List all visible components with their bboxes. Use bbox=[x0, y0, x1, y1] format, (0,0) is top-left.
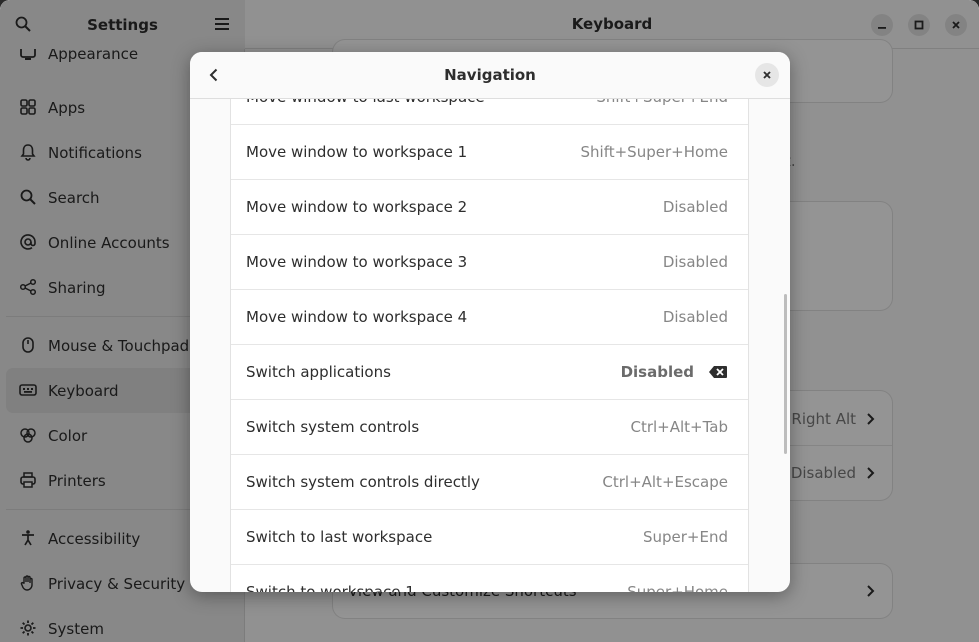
shortcut-accelerator-text: Disabled bbox=[662, 308, 728, 326]
shortcut-accelerator: Disabled bbox=[663, 198, 728, 216]
shortcut-label: Move window to workspace 3 bbox=[246, 253, 468, 271]
shortcut-row[interactable]: Switch to last workspace Super+End bbox=[231, 510, 748, 565]
shortcut-accelerator: Ctrl+Alt+Escape bbox=[602, 473, 728, 491]
shortcut-row[interactable]: Switch system controls Ctrl+Alt+Tab bbox=[231, 400, 748, 455]
dialog-body: Move window to last workspace Shift+Super… bbox=[190, 99, 790, 592]
shortcut-accelerator: Super+End bbox=[643, 528, 728, 546]
shortcut-row[interactable]: Move window to workspace 1 Shift+Super+Ho… bbox=[231, 125, 748, 180]
navigation-shortcuts-dialog: Move window to last workspace Shift+Super… bbox=[190, 52, 790, 592]
shortcut-label: Move window to workspace 2 bbox=[246, 198, 468, 216]
shortcut-accelerator-text: Super+Home bbox=[627, 583, 728, 592]
shortcut-accelerator-text: Ctrl+Alt+Tab bbox=[630, 418, 728, 436]
shortcut-row[interactable]: Switch system controls directly Ctrl+Alt+… bbox=[231, 455, 748, 510]
shortcut-label: Switch system controls bbox=[246, 418, 420, 436]
shortcut-accelerator: Disabled bbox=[621, 363, 728, 381]
shortcut-label: Move window to last workspace bbox=[246, 99, 485, 106]
shortcut-label: Move window to workspace 1 bbox=[246, 143, 468, 161]
dialog-header: Navigation bbox=[190, 52, 790, 99]
shortcut-accelerator-text: Shift+Super+Home bbox=[580, 143, 728, 161]
shortcut-accelerator-text: Disabled bbox=[620, 363, 694, 381]
shortcut-row[interactable]: Move window to workspace 2 Disabled bbox=[231, 180, 748, 235]
shortcut-accelerator: Shift+Super+Home bbox=[581, 143, 728, 161]
shortcut-label: Move window to workspace 4 bbox=[246, 308, 468, 326]
shortcut-accelerator: Super+Home bbox=[627, 583, 728, 592]
shortcut-accelerator: Shift+Super+End bbox=[596, 99, 728, 106]
settings-window: Appearance Apps Notifications Search Onl… bbox=[0, 0, 979, 642]
scrollbar[interactable] bbox=[784, 294, 787, 454]
shortcut-accelerator-text: Ctrl+Alt+Escape bbox=[602, 473, 728, 491]
shortcut-accelerator-text: Disabled bbox=[662, 198, 728, 216]
shortcut-accelerator: Disabled bbox=[663, 253, 728, 271]
shortcut-label: Switch to last workspace bbox=[246, 528, 433, 546]
dialog-title: Navigation bbox=[444, 66, 536, 84]
shortcut-label: Switch system controls directly bbox=[246, 473, 480, 491]
shortcut-row[interactable]: Move window to last workspace Shift+Super… bbox=[231, 99, 748, 125]
shortcut-list: Move window to last workspace Shift+Super… bbox=[230, 99, 749, 592]
shortcut-label: Switch to workspace 1 bbox=[246, 583, 415, 592]
dialog-close-button[interactable] bbox=[755, 63, 779, 87]
shortcut-row[interactable]: Move window to workspace 3 Disabled bbox=[231, 235, 748, 290]
shortcut-accelerator-text: Shift+Super+End bbox=[596, 99, 728, 106]
shortcut-accelerator: Disabled bbox=[663, 308, 728, 326]
shortcut-row[interactable]: Move window to workspace 4 Disabled bbox=[231, 290, 748, 345]
shortcut-accelerator-text: Super+End bbox=[642, 528, 728, 546]
shortcut-row[interactable]: Switch applications Disabled bbox=[231, 345, 748, 400]
back-button[interactable] bbox=[203, 64, 225, 86]
shortcut-row[interactable]: Switch to workspace 1 Super+Home bbox=[231, 565, 748, 592]
shortcut-accelerator: Ctrl+Alt+Tab bbox=[630, 418, 728, 436]
reset-shortcut-icon[interactable] bbox=[708, 365, 728, 379]
shortcut-accelerator-text: Disabled bbox=[662, 253, 728, 271]
shortcut-label: Switch applications bbox=[246, 363, 391, 381]
